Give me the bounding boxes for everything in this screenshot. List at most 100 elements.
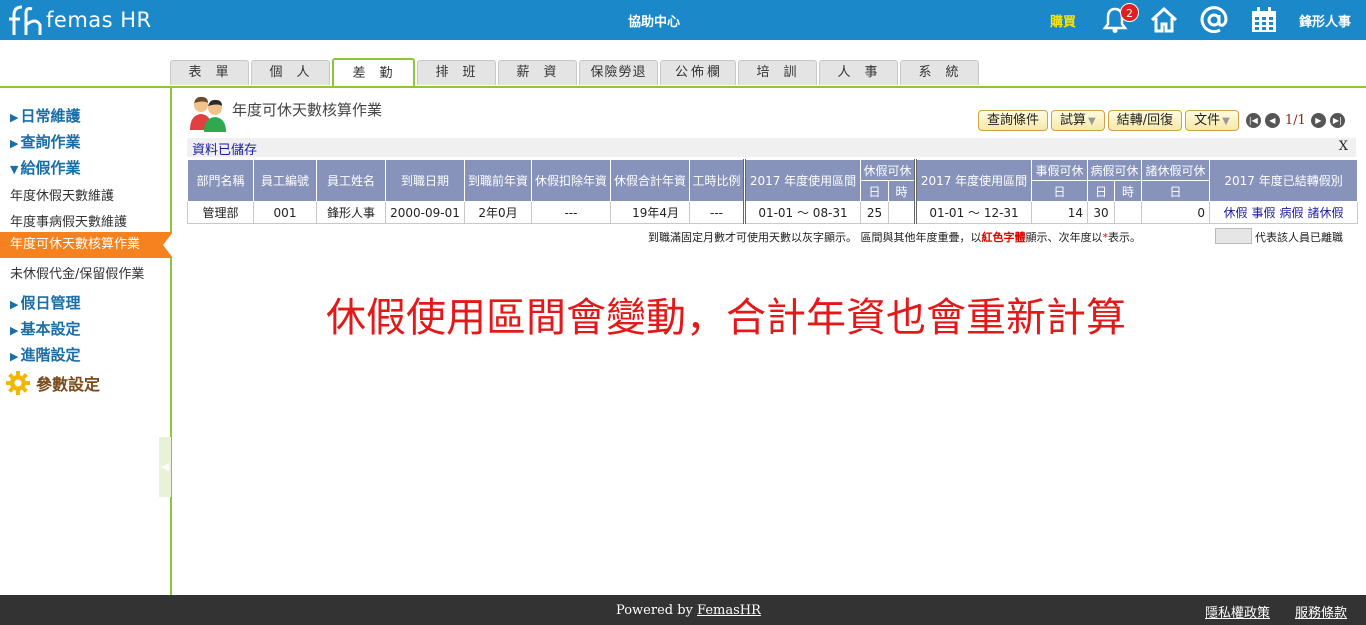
top-bar: femas HR 協助中心 購買 2 鋒形人事 — [0, 0, 1366, 40]
cell-sick-hour — [1114, 201, 1143, 224]
carried-link-annual[interactable]: 休假 — [1224, 206, 1248, 220]
cell-hire-date: 2000-09-01 — [385, 201, 465, 224]
expand-arrow-icon: ▶ — [10, 324, 19, 337]
query-conditions-button[interactable]: 查詢條件 — [978, 110, 1049, 131]
femashr-link[interactable]: FemasHR — [697, 603, 761, 618]
notes-part2: 顯示、次年度以 — [1025, 231, 1103, 244]
sidebar-item-unused-leave-pay[interactable]: 未休假代金/保留假作業 — [10, 263, 144, 282]
page-title: 年度可休天數核算作業 — [232, 100, 383, 119]
logo-text: femas HR — [46, 8, 152, 32]
tab-insurance[interactable]: 保險勞退 — [579, 60, 658, 85]
next-page-icon[interactable]: ▶ — [1310, 113, 1326, 128]
trial-calc-button[interactable]: 試算 ▼ — [1051, 110, 1105, 131]
toolbar: 查詢條件 試算 ▼ 結轉/回復 文件 ▼ |◀ ◀ 1/1 ▶ ▶| — [978, 110, 1345, 131]
table-header-row: 部門名稱 員工編號 員工姓名 到職日期 到職前年資 休假扣除年資 休假合計年資 … — [187, 159, 1359, 202]
sidebar-group-daily[interactable]: ▶ 日常維護 — [10, 105, 80, 126]
last-page-icon[interactable]: ▶| — [1329, 113, 1345, 128]
privacy-policy-link[interactable]: 隱私權政策 — [1205, 602, 1270, 621]
buy-link[interactable]: 購買 — [1050, 11, 1076, 30]
col-dept[interactable]: 部門名稱 — [187, 159, 254, 202]
table-row[interactable]: 管理部 001 鋒形人事 2000-09-01 2年0月 --- 19年4月 -… — [187, 201, 1359, 224]
col-prior-seniority[interactable]: 到職前年資 — [464, 159, 532, 202]
tab-attendance[interactable]: 差勤 — [332, 58, 415, 87]
carried-link-other[interactable]: 諸休假 — [1308, 206, 1344, 220]
dropdown-arrow-icon: ▼ — [1088, 116, 1096, 127]
cell-dept: 管理部 — [187, 201, 254, 224]
sidebar-group-label: 查詢作業 — [20, 133, 81, 151]
page-indicator: 1/1 — [1284, 113, 1306, 128]
terms-link[interactable]: 服務條款 — [1295, 602, 1347, 621]
table-notes: 到職滿固定月數才可使用天數以灰字顯示。 區間與其他年度重疊，以紅色字體顯示、次年… — [648, 229, 1141, 245]
carry-over-button[interactable]: 結轉/回復 — [1107, 110, 1183, 131]
cell-carried-types: 休假 事假 病假 諸休假 — [1209, 201, 1359, 224]
col-annual-day: 日 — [860, 180, 889, 202]
col-emp-name[interactable]: 員工姓名 — [316, 159, 386, 202]
sidebar-group-query[interactable]: ▶ 查詢作業 — [10, 131, 80, 152]
tab-system[interactable]: 系統 — [900, 60, 979, 85]
user-name[interactable]: 鋒形人事 — [1299, 11, 1351, 30]
col-sick-hour: 時 — [1114, 180, 1143, 202]
col-emp-no[interactable]: 員工編號 — [253, 159, 317, 202]
sidebar-group-label: 日常維護 — [20, 107, 81, 125]
sidebar-item-personal-sick-maint[interactable]: 年度事病假天數維護 — [10, 211, 127, 230]
prev-page-icon[interactable]: ◀ — [1264, 113, 1280, 128]
first-page-icon[interactable]: |◀ — [1245, 113, 1261, 128]
sidebar-param-setting[interactable]: 參數設定 — [6, 371, 100, 395]
femas-logo[interactable]: femas HR — [6, 3, 152, 37]
calendar-icon[interactable] — [1249, 5, 1279, 35]
document-button[interactable]: 文件 ▼ — [1185, 110, 1239, 131]
cell-total-seniority: 19年4月 — [610, 201, 690, 224]
sidebar-item-annual-leave-maint[interactable]: 年度休假天數維護 — [10, 185, 114, 204]
tab-payroll[interactable]: 薪資 — [498, 60, 577, 85]
powered-prefix: Powered by — [616, 603, 698, 618]
powered-by: Powered by FemasHR — [616, 603, 761, 618]
dropdown-arrow-icon: ▼ — [1222, 116, 1230, 127]
tab-bulletin[interactable]: 公佈欄 — [660, 60, 736, 85]
home-icon[interactable] — [1149, 5, 1179, 35]
cell-emp-name: 鋒形人事 — [316, 201, 386, 224]
help-center-link[interactable]: 協助中心 — [628, 11, 680, 30]
trial-calc-label: 試算 — [1060, 113, 1087, 128]
cell-other-day: 0 — [1141, 201, 1211, 224]
saved-message: 資料已儲存 — [192, 143, 258, 158]
notes-part1: 到職滿固定月數才可使用天數以灰字顯示。 區間與其他年度重疊，以 — [648, 231, 982, 244]
col-period-a[interactable]: 2017 年度使用區間 — [743, 159, 861, 202]
document-label: 文件 — [1194, 113, 1221, 128]
close-message-button[interactable]: X — [1339, 139, 1348, 154]
carried-link-personal[interactable]: 事假 — [1252, 206, 1276, 220]
col-carried-types[interactable]: 2017 年度已結轉假別 — [1209, 159, 1359, 202]
col-deduct-seniority[interactable]: 休假扣除年資 — [531, 159, 611, 202]
col-work-ratio[interactable]: 工時比例 — [689, 159, 745, 202]
cell-annual-hour — [887, 201, 917, 224]
col-other-leave[interactable]: 諸休假可休 — [1141, 159, 1211, 181]
tab-personal[interactable]: 個人 — [251, 60, 330, 85]
resigned-legend-swatch — [1215, 228, 1252, 244]
sidebar-group-holiday[interactable]: ▶ 假日管理 — [10, 292, 80, 313]
col-personal-leave[interactable]: 事假可休 — [1031, 159, 1089, 181]
at-mail-icon[interactable] — [1199, 5, 1229, 35]
tab-underline — [0, 86, 1366, 88]
carried-link-sick[interactable]: 病假 — [1280, 206, 1304, 220]
sidebar-group-label: 進階設定 — [20, 346, 81, 364]
col-sick-leave[interactable]: 病假可休 — [1087, 159, 1143, 181]
sidebar-item-annual-calc[interactable]: 年度可休天數核算作業 — [0, 232, 173, 258]
col-period-b[interactable]: 2017 年度使用區間 — [914, 159, 1033, 202]
col-total-seniority[interactable]: 休假合計年資 — [610, 159, 690, 202]
sidebar-group-advanced[interactable]: ▶ 進階設定 — [10, 344, 80, 365]
gear-icon — [6, 371, 30, 395]
col-annual-leave[interactable]: 休假可休 — [859, 159, 917, 181]
sidebar-group-basic[interactable]: ▶ 基本設定 — [10, 318, 80, 339]
people-icon — [190, 96, 226, 132]
footer: Powered by FemasHR 隱私權政策 服務條款 — [0, 595, 1366, 625]
sidebar-group-leave[interactable]: ▼ 給假作業 — [10, 157, 80, 178]
expand-arrow-icon: ▶ — [10, 350, 19, 363]
tab-hr[interactable]: 人事 — [819, 60, 898, 85]
banner-message: 休假使用區間會變動，合計年資也會重新計算 — [326, 295, 1126, 341]
tab-forms[interactable]: 表單 — [170, 60, 249, 85]
tab-scheduling[interactable]: 排班 — [417, 60, 496, 85]
tab-training[interactable]: 培訓 — [738, 60, 817, 85]
col-hire-date[interactable]: 到職日期 — [385, 159, 465, 202]
resigned-legend-text: 代表該人員已離職 — [1255, 231, 1343, 244]
sidebar-collapse-handle[interactable]: ◀ — [159, 437, 171, 497]
col-sick-day: 日 — [1087, 180, 1116, 202]
